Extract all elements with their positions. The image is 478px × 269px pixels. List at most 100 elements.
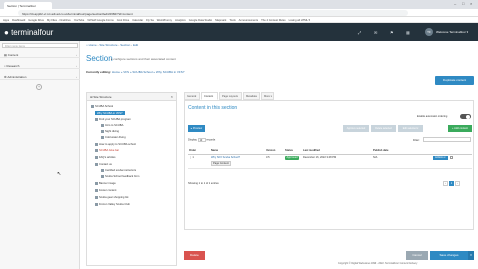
browser-tab[interactable]: Section | Terminalfour xyxy=(4,2,52,9)
bookmark-item[interactable]: Losing all HTML 5 xyxy=(289,19,311,22)
filter-input[interactable] xyxy=(423,137,471,142)
tree-node[interactable]: Find your SCUBA program xyxy=(95,118,131,121)
table-row[interactable]: ⋮ 1 Why SFX Scuba School? Page Content 3… xyxy=(188,154,472,169)
tree-node[interactable]: SCUBA Give bar xyxy=(95,149,119,152)
tree-node[interactable]: How to apply to SCUBA school xyxy=(95,143,136,146)
folder-icon xyxy=(95,163,98,166)
sidebar-item-label: Research xyxy=(6,64,20,68)
tab-metadata[interactable]: Metadata xyxy=(243,92,260,100)
pagination: ‹ 1 › xyxy=(442,181,460,186)
breadcrumb-site-structure[interactable]: Site Structure xyxy=(99,43,117,47)
tree-node-label: FAQ's articles xyxy=(99,156,116,159)
tree-node-label: Night diving xyxy=(105,130,120,133)
app-header: ● terminalfour ⤢ ✉ ⚑ ▦ TF Welcome Termin… xyxy=(0,23,478,41)
save-changes-button[interactable]: Save changes xyxy=(430,251,468,260)
save-options-dropdown[interactable]: ▾ xyxy=(468,251,474,260)
avatar[interactable]: TF xyxy=(425,28,433,36)
currently-editing-path[interactable]: Home » VFS » SCUBA School » Why SCUBA in… xyxy=(112,70,185,74)
tree-node-label: SCUBA School xyxy=(95,105,114,108)
delete-button[interactable]: Delete xyxy=(184,251,205,260)
tree-node[interactable]: Intro to SCUBA xyxy=(101,124,123,127)
folder-icon xyxy=(95,143,98,146)
tree-node[interactable]: Footer content xyxy=(95,189,116,192)
tree-node[interactable]: Frozen Valley Scuba Club xyxy=(95,203,130,206)
page-subtitle: ▸ configure sections and their associate… xyxy=(111,57,176,61)
maximize-icon[interactable]: □ xyxy=(462,1,464,6)
folder-icon xyxy=(91,105,94,108)
tab-content[interactable]: Content xyxy=(201,92,218,100)
notifications-icon[interactable]: ✉ xyxy=(374,30,377,35)
tree-node-label: Find your SCUBA program xyxy=(99,118,131,121)
bookmark-item[interactable]: Calendar xyxy=(132,19,143,22)
browser-tab-strip: Section | Terminalfour – □ × xyxy=(0,0,478,9)
cancel-button[interactable]: Cancel xyxy=(406,251,428,260)
tree-node[interactable]: Night diving xyxy=(101,130,119,133)
sidebar-item-content[interactable]: ▤ Content ‹ xyxy=(0,51,80,58)
tab-general[interactable]: General xyxy=(184,92,200,100)
tree-node[interactable]: Scuba School feedback form xyxy=(101,175,139,178)
row-checkbox[interactable] xyxy=(449,155,453,159)
logo-text: terminalfour xyxy=(11,28,54,37)
bookmark-item[interactable]: YouTube xyxy=(74,19,85,22)
tree-node[interactable]: SCUBA School xyxy=(91,105,113,108)
add-icon[interactable]: + xyxy=(36,84,42,90)
bookmark-item[interactable]: Apps xyxy=(3,19,9,22)
bookmark-item[interactable]: Fly Sa xyxy=(146,19,154,22)
bookmark-item[interactable]: Google Drive xyxy=(28,19,44,22)
tab-more[interactable]: More ▾ xyxy=(261,92,274,100)
tree-node[interactable]: Contact us xyxy=(95,163,112,166)
breadcrumb-section[interactable]: Section xyxy=(120,43,130,47)
bookmark-item[interactable]: VirtSelf Google Forms xyxy=(87,19,113,22)
preview-button[interactable]: ▸ Preview xyxy=(188,125,205,132)
user-menu[interactable]: Welcome Terminalfour ▾ xyxy=(436,30,468,34)
auto-order-toggle[interactable] xyxy=(460,114,471,119)
auto-order-label: Enable automatic ordering xyxy=(417,115,448,118)
minimize-icon[interactable]: – xyxy=(454,1,456,6)
tree-node[interactable]: Scuba gear shopping list xyxy=(95,196,128,199)
filter-label: Filter: xyxy=(413,139,420,142)
cell-version: 3.5 xyxy=(265,154,284,169)
sidebar-item-administration[interactable]: ⚙ Administration ‹ xyxy=(0,73,80,80)
content-name-link[interactable]: Why SFX Scuba School? xyxy=(211,156,240,159)
sidebar-item-research[interactable]: ⌕ Research ‹ xyxy=(0,62,80,69)
content-type-chip: Page Content xyxy=(211,160,231,166)
folder-icon xyxy=(95,189,98,192)
breadcrumb-home[interactable]: Home xyxy=(89,43,97,47)
tree-node[interactable]: Certified scuba instructors xyxy=(101,169,136,172)
tree-node-selected[interactable]: Why SCUBA in VFS? xyxy=(95,111,125,115)
bookmark-item[interactable]: My Files - OneDrive xyxy=(47,19,71,22)
terminalfour-logo[interactable]: ● terminalfour xyxy=(4,28,53,37)
bookmark-item[interactable]: Cool Drive xyxy=(117,19,130,22)
grid-icon[interactable]: ▦ xyxy=(406,30,410,35)
prev-page-button[interactable]: ‹ xyxy=(443,181,448,186)
tab-page-layouts[interactable]: Page Layouts xyxy=(219,92,242,100)
bookmark-item[interactable]: Dashboard xyxy=(12,19,25,22)
close-window-icon[interactable]: × xyxy=(470,1,472,6)
add-content-button[interactable]: + Add content xyxy=(448,125,472,132)
records-per-page-select[interactable]: 10 xyxy=(197,138,206,142)
chevron-icon: ‹ xyxy=(76,75,77,79)
bookmark-item[interactable]: Analytics xyxy=(175,19,186,22)
tree-node-label: SCUBA Give bar xyxy=(99,149,120,152)
bookmark-item[interactable]: Mapmark xyxy=(215,19,226,22)
tree-node[interactable]: Banner image xyxy=(95,182,116,185)
expand-icon[interactable]: ⤢ xyxy=(358,30,361,35)
filter-menu-input[interactable]: Filter menu items xyxy=(2,43,78,48)
edit-selected-button[interactable]: Edit selected ▾ xyxy=(398,125,423,132)
bookmark-item[interactable]: The 4 Contest Rules xyxy=(261,19,286,22)
approve-selected-button[interactable]: Approve selected xyxy=(343,125,369,132)
tree-node[interactable]: FAQ's articles xyxy=(95,156,116,159)
delete-selected-button[interactable]: Delete selected xyxy=(371,125,396,132)
messages-icon[interactable]: ⚑ xyxy=(390,30,394,35)
bookmark-item[interactable]: Announcements xyxy=(239,19,258,22)
bookmark-item[interactable]: Google Data Studio xyxy=(189,19,212,22)
page-1-button[interactable]: 1 xyxy=(449,181,454,186)
duplicate-content-button[interactable]: Duplicate content xyxy=(435,76,474,85)
tree-node[interactable]: Cold water diving xyxy=(101,136,126,139)
close-icon[interactable]: × xyxy=(171,94,173,99)
bookmark-item[interactable]: Weird/Funny xyxy=(157,19,172,22)
url-field[interactable]: https://t4-app02-vr-txt.adt.ad.co.uk/ter… xyxy=(18,10,408,16)
bookmark-item[interactable]: Tools xyxy=(229,19,235,22)
next-page-button[interactable]: › xyxy=(455,181,460,186)
actions-button[interactable]: Actions ▾ xyxy=(433,155,448,160)
